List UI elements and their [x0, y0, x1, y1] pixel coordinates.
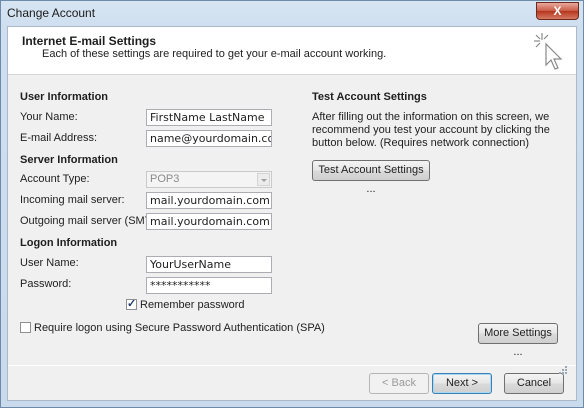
settings-content: User Information Your Name: FirstName La… [8, 76, 576, 362]
remember-password-checkbox[interactable] [126, 297, 137, 310]
back-button[interactable]: < Back [369, 373, 429, 394]
password-field[interactable]: *********** [146, 277, 272, 294]
dialog-client: Internet E-mail Settings Each of these s… [7, 26, 577, 401]
resize-grip-icon[interactable] [557, 364, 567, 374]
incoming-server-label: Incoming mail server: [20, 194, 125, 206]
more-settings-button[interactable]: More Settings ... [478, 323, 558, 358]
account-type-select: POP3 [146, 171, 272, 188]
remember-password-label: Remember password [140, 299, 245, 311]
server-info-heading: Server Information [20, 154, 118, 166]
header-title: Internet E-mail Settings [22, 34, 157, 48]
close-icon: X [553, 4, 562, 18]
account-type-value: POP3 [150, 173, 180, 185]
footer: < Back Next > Cancel [8, 365, 576, 401]
cursor-sparkle-icon [534, 33, 563, 70]
email-label: E-mail Address: [20, 132, 98, 144]
test-account-settings-button[interactable]: Test Account Settings ... [312, 160, 430, 195]
account-type-label: Account Type: [20, 173, 90, 185]
incoming-server-field[interactable]: mail.yourdomain.com [146, 192, 272, 209]
outgoing-server-label: Outgoing mail server (SMTP): [20, 215, 166, 227]
close-button[interactable]: X [536, 2, 579, 20]
change-account-window: Change Account X Internet E-mail Setting… [0, 0, 584, 408]
window-title: Change Account [7, 6, 96, 20]
title-bar: Change Account X [1, 1, 583, 27]
spa-checkbox[interactable] [20, 322, 31, 333]
user-name-field[interactable]: YourUserName [146, 256, 272, 273]
password-label: Password: [20, 278, 72, 290]
logon-info-heading: Logon Information [20, 237, 118, 249]
test-account-description: After filling out the information on thi… [312, 111, 550, 149]
cancel-button[interactable]: Cancel [504, 373, 564, 394]
your-name-field[interactable]: FirstName LastName [146, 109, 272, 126]
email-field[interactable]: name@yourdomain.com [146, 130, 272, 147]
outgoing-server-field[interactable]: mail.yourdomain.com [146, 213, 272, 230]
footer-divider [8, 365, 576, 366]
test-account-heading: Test Account Settings [312, 91, 427, 103]
header-subtitle: Each of these settings are required to g… [42, 48, 387, 60]
next-button[interactable]: Next > [432, 373, 492, 394]
user-name-label: User Name: [20, 257, 79, 269]
user-info-heading: User Information [20, 91, 109, 103]
spa-label: Require logon using Secure Password Auth… [34, 322, 325, 334]
your-name-label: Your Name: [20, 111, 78, 123]
header-panel: Internet E-mail Settings Each of these s… [8, 27, 576, 75]
chevron-down-icon [257, 173, 270, 186]
